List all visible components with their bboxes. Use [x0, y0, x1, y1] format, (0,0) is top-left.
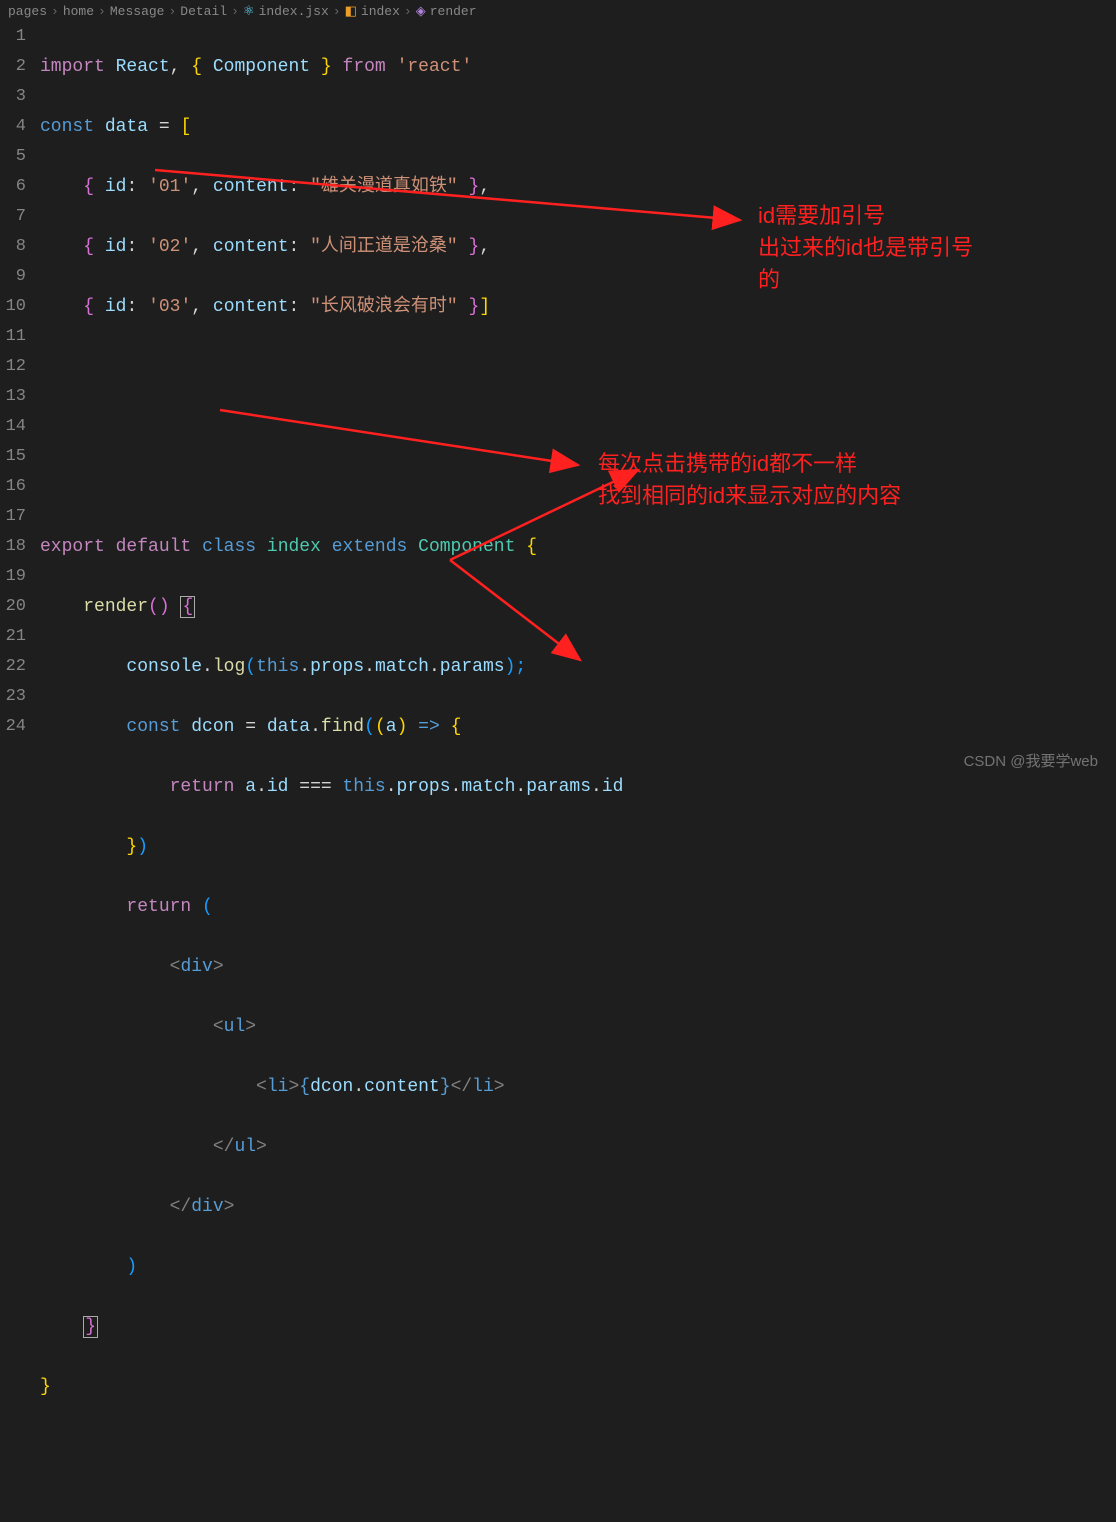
breadcrumb-item[interactable]: render [430, 4, 477, 19]
breadcrumb-item[interactable]: Detail [180, 4, 227, 19]
line-number: 24 [0, 712, 26, 742]
chevron-right-icon: › [51, 4, 59, 19]
line-number: 4 [0, 112, 26, 142]
line-number: 13 [0, 382, 26, 412]
line-number-gutter: 1 2 3 4 5 6 7 8 9 10 11 12 13 14 15 16 1… [0, 22, 40, 781]
line-number: 8 [0, 232, 26, 262]
line-number: 16 [0, 472, 26, 502]
class-icon: ◧ [345, 4, 357, 19]
line-number: 19 [0, 562, 26, 592]
line-number: 20 [0, 592, 26, 622]
breadcrumb-item[interactable]: pages [8, 4, 47, 19]
react-file-icon: ⚛ [243, 4, 255, 19]
line-number: 7 [0, 202, 26, 232]
line-number: 14 [0, 412, 26, 442]
breadcrumb-item[interactable]: home [63, 4, 94, 19]
line-number: 5 [0, 142, 26, 172]
watermark: CSDN @我要学web [964, 750, 1098, 771]
chevron-right-icon: › [168, 4, 176, 19]
line-number: 23 [0, 682, 26, 712]
breadcrumb-item[interactable]: index.jsx [259, 4, 329, 19]
line-number: 12 [0, 352, 26, 382]
line-number: 21 [0, 622, 26, 652]
code-area[interactable]: import React, { Component } from 'react'… [40, 22, 1116, 781]
line-number: 2 [0, 52, 26, 82]
line-number: 18 [0, 532, 26, 562]
line-number: 15 [0, 442, 26, 472]
breadcrumb: pages › home › Message › Detail › ⚛ inde… [0, 0, 1116, 22]
breadcrumb-item[interactable]: index [361, 4, 400, 19]
chevron-right-icon: › [333, 4, 341, 19]
line-number: 22 [0, 652, 26, 682]
method-icon: ◈ [416, 4, 426, 19]
line-number: 10 [0, 292, 26, 322]
line-number: 1 [0, 22, 26, 52]
line-number: 11 [0, 322, 26, 352]
code-editor[interactable]: 1 2 3 4 5 6 7 8 9 10 11 12 13 14 15 16 1… [0, 22, 1116, 781]
line-number: 9 [0, 262, 26, 292]
chevron-right-icon: › [98, 4, 106, 19]
chevron-right-icon: › [404, 4, 412, 19]
line-number: 17 [0, 502, 26, 532]
breadcrumb-item[interactable]: Message [110, 4, 165, 19]
line-number: 6 [0, 172, 26, 202]
line-number: 3 [0, 82, 26, 112]
chevron-right-icon: › [231, 4, 239, 19]
